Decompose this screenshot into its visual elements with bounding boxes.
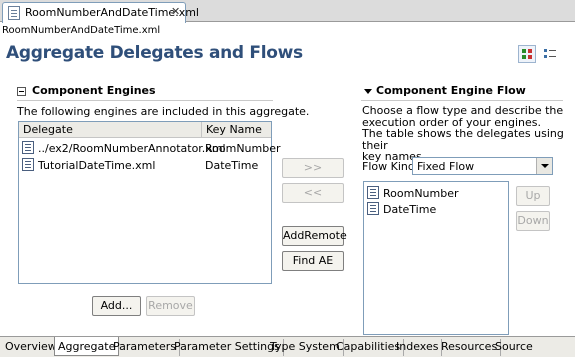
layout-toggle-button[interactable]: [518, 45, 536, 63]
editor-page-tabs: Overview Aggregate Parameters Parameter …: [0, 336, 575, 357]
column-header-key-name[interactable]: Key Name: [201, 122, 271, 137]
collapse-icon[interactable]: [17, 87, 26, 96]
flow-order-list: RoomNumber DateTime: [363, 181, 509, 335]
expand-icon[interactable]: [364, 89, 372, 94]
table-header: Delegate Key Name: [19, 122, 271, 138]
list-layout-icon: [544, 49, 556, 60]
editor-tab[interactable]: RoomNumberAndDateTime.xml ✕: [2, 2, 199, 23]
table-row[interactable]: ../ex2/RoomNumberAnnotator.xml RoomNumbe…: [19, 140, 281, 157]
tab-indexes[interactable]: Indexes: [393, 339, 443, 356]
key-name-cell: RoomNumber: [205, 142, 281, 155]
delegates-table: Delegate Key Name ../ex2/RoomNumberAnnot…: [18, 121, 281, 284]
section-divider: [361, 100, 563, 101]
find-ae-button[interactable]: Find AE: [282, 251, 344, 271]
column-header-delegate[interactable]: Delegate: [23, 123, 73, 136]
flow-kind-value: Fixed Flow: [417, 160, 475, 173]
remove-button[interactable]: Remove: [146, 296, 195, 316]
descriptor-icon: [22, 141, 34, 154]
flow-description-line: Choose a flow type and describe the: [362, 104, 564, 117]
descriptor-icon: [367, 202, 379, 215]
flow-description-line: The table shows the delegates using thei…: [362, 127, 564, 152]
engines-description: The following engines are included in th…: [17, 105, 310, 118]
flow-kind-label: Flow Kind:: [362, 160, 419, 173]
move-left-button[interactable]: <<: [282, 183, 344, 203]
key-name-cell: DateTime: [205, 159, 259, 172]
descriptor-icon: [367, 186, 379, 199]
tab-parameters[interactable]: Parameters: [110, 339, 180, 356]
chevron-down-icon[interactable]: [536, 158, 552, 174]
table-row[interactable]: TutorialDateTime.xml DateTime: [19, 157, 271, 174]
delegate-cell: TutorialDateTime.xml: [38, 159, 156, 172]
page-title: Aggregate Delegates and Flows: [6, 43, 303, 63]
xml-file-icon: [8, 6, 20, 20]
delegate-cell: ../ex2/RoomNumberAnnotator.xml: [38, 142, 226, 155]
move-right-button[interactable]: >>: [282, 158, 344, 178]
component-engines-header: Component Engines: [32, 84, 156, 97]
close-icon[interactable]: ✕: [171, 5, 180, 18]
flow-item-label: DateTime: [383, 203, 437, 216]
up-button[interactable]: Up: [516, 186, 550, 206]
list-toggle-button[interactable]: [540, 45, 558, 63]
add-button[interactable]: Add...: [92, 296, 141, 316]
flow-description: Choose a flow type and describe the exec…: [362, 105, 575, 163]
tab-source[interactable]: Source: [492, 339, 536, 356]
engine-flow-header: Component Engine Flow: [376, 84, 526, 97]
breadcrumb: RoomNumberAndDateTime.xml: [2, 25, 161, 36]
section-divider: [17, 100, 273, 101]
down-button[interactable]: Down: [516, 211, 550, 231]
add-remote-button[interactable]: AddRemote: [282, 226, 347, 246]
descriptor-icon: [22, 158, 34, 171]
flow-kind-select[interactable]: Fixed Flow: [412, 157, 553, 175]
list-item[interactable]: DateTime: [364, 201, 508, 218]
grid-layout-icon: [522, 49, 533, 60]
list-item[interactable]: RoomNumber: [364, 185, 508, 202]
flow-item-label: RoomNumber: [383, 187, 459, 200]
tab-overview[interactable]: Overview: [2, 339, 61, 356]
